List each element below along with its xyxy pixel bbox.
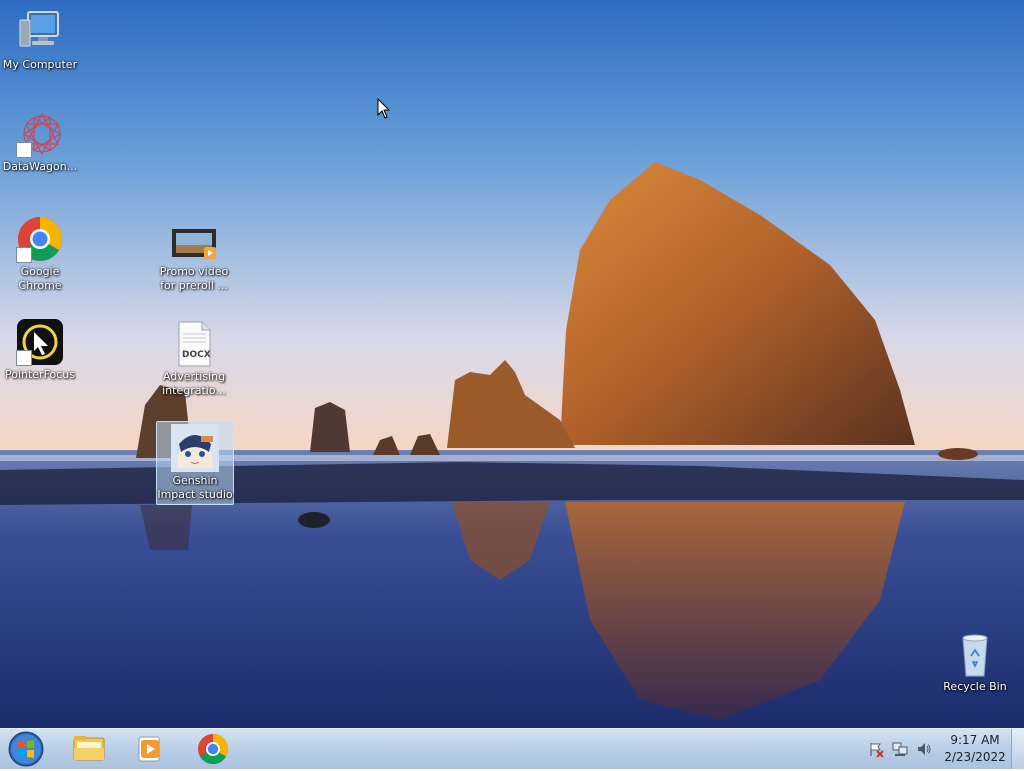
action-center-flag-icon[interactable]	[868, 741, 884, 758]
my-computer-label: My Computer	[2, 58, 78, 71]
taskbar-media-player[interactable]	[125, 732, 175, 766]
docx-badge: DOCX	[182, 350, 211, 360]
datawagon-icon	[16, 110, 64, 158]
mouse-cursor-icon	[377, 97, 391, 124]
media-player-icon	[138, 736, 160, 762]
pointerfocus-icon	[16, 318, 64, 366]
video-file-icon	[170, 223, 218, 263]
system-tray: 9:17 AM 2/23/2022	[864, 729, 1024, 769]
pointerfocus-label: PointerFocus	[4, 368, 76, 381]
clock-date: 2/23/2022	[944, 750, 1006, 764]
my-computer-desktop-icon[interactable]: My Computer	[0, 8, 80, 72]
computer-monitor-icon	[16, 8, 64, 56]
docx-file-icon: DOCX	[170, 320, 218, 368]
chrome-icon	[16, 215, 64, 263]
network-icon[interactable]	[892, 741, 908, 757]
file-explorer-icon	[73, 736, 105, 761]
datawagon-label: DataWagon...	[2, 160, 78, 173]
google-chrome-label: Google Chrome	[18, 265, 62, 292]
shortcut-arrow-icon	[16, 247, 32, 263]
chrome-icon	[198, 734, 229, 765]
shortcut-arrow-icon	[16, 142, 32, 158]
promo-video-desktop-icon[interactable]: Promo video for preroll ...	[154, 223, 234, 293]
shortcut-arrow-icon	[16, 350, 32, 366]
recycle-bin-label: Recycle Bin	[943, 680, 1007, 693]
genshin-label: Genshin Impact studio	[157, 474, 233, 501]
show-desktop-button[interactable]	[1011, 729, 1024, 769]
datawagon-desktop-icon[interactable]: DataWagon...	[0, 110, 80, 174]
windows-start-orb-icon	[8, 731, 44, 767]
taskbar: 9:17 AM 2/23/2022	[0, 728, 1024, 769]
start-button[interactable]	[6, 731, 46, 767]
promo-video-label: Promo video for preroll ...	[159, 265, 229, 292]
pointerfocus-desktop-icon[interactable]: PointerFocus	[0, 318, 80, 382]
clock[interactable]: 9:17 AM 2/23/2022	[940, 732, 1010, 766]
genshin-desktop-icon[interactable]: Genshin Impact studio	[156, 421, 234, 505]
volume-icon[interactable]	[916, 741, 932, 757]
clock-time: 9:17 AM	[950, 733, 1000, 747]
taskbar-file-explorer[interactable]	[64, 732, 114, 766]
google-chrome-desktop-icon[interactable]: Google Chrome	[0, 215, 80, 293]
taskbar-chrome[interactable]	[188, 732, 238, 766]
advertising-doc-label: Advertising integratio...	[162, 370, 226, 397]
advertising-doc-desktop-icon[interactable]: DOCX Advertising integratio...	[154, 320, 234, 398]
recycle-bin-icon	[951, 630, 999, 678]
genshin-app-icon	[171, 424, 219, 472]
recycle-bin-desktop-icon[interactable]: Recycle Bin	[935, 630, 1015, 694]
